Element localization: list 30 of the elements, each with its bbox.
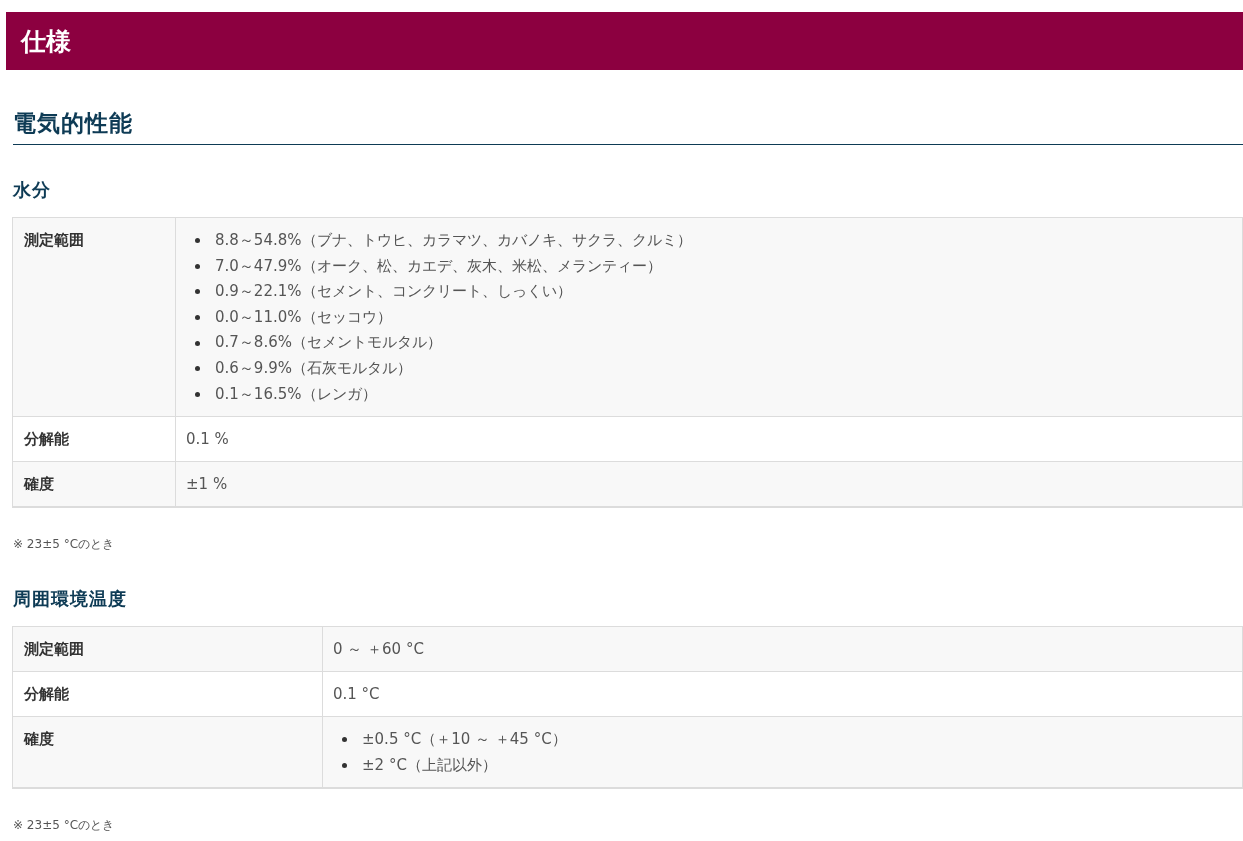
bullet-icon <box>195 340 200 346</box>
list-item: ±2 °C（上記以外） <box>362 754 497 776</box>
footnote: ※ 23±5 °Cのとき <box>13 536 116 554</box>
subsection-heading: 水分 <box>13 178 52 202</box>
list-item: 0.6～9.9%（石灰モルタル） <box>215 357 412 379</box>
bullet-icon <box>342 763 347 769</box>
row-label: 確度 <box>13 462 176 507</box>
bullet-icon <box>195 315 200 321</box>
list-item: 7.0～47.9%（オーク、松、カエデ、灰木、米松、メランティー） <box>215 255 662 277</box>
section-heading: 電気的性能 <box>13 108 1243 145</box>
row-value: 0 ～ ＋60 °C <box>333 640 424 659</box>
page-header: 仕様 <box>6 12 1243 70</box>
row-value: ±1 % <box>186 475 228 494</box>
bullet-icon <box>195 238 200 244</box>
list-item: 8.8～54.8%（ブナ、トウヒ、カラマツ、カバノキ、サクラ、クルミ） <box>215 230 692 251</box>
list-item: 0.9～22.1%（セメント、コンクリート、しっくい） <box>215 281 572 303</box>
bullet-icon <box>195 391 200 397</box>
row-value: 0.1 °C <box>333 685 380 704</box>
list-item: 0.7～8.6%（セメントモルタル） <box>215 332 442 354</box>
bullet-icon <box>195 263 200 269</box>
footnote: ※ 23±5 °Cのとき <box>13 817 116 835</box>
subsection-heading: 周囲環境温度 <box>13 587 128 612</box>
row-label: 確度 <box>13 717 323 788</box>
bullet-icon <box>195 289 200 295</box>
list-item: 0.1～16.5%（レンガ） <box>215 383 377 405</box>
row-value: 0.1 % <box>186 430 229 449</box>
list-item: 0.0～11.0%（セッコウ） <box>215 306 392 328</box>
bullet-icon <box>195 366 200 372</box>
list-item: ±0.5 °C（＋10 ～ ＋45 °C） <box>362 729 567 751</box>
bullet-icon <box>342 737 347 743</box>
